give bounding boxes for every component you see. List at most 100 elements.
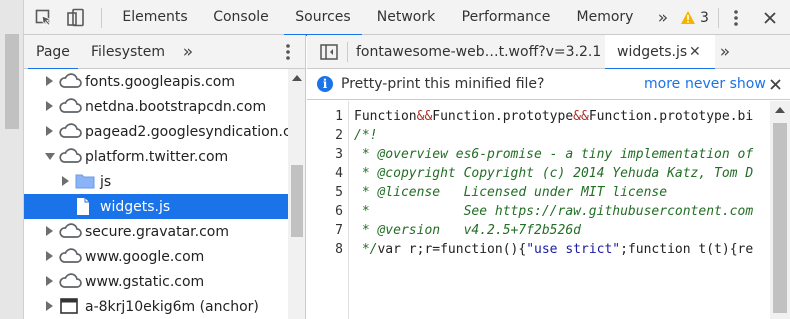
scroll-up-arrow-icon[interactable]: [775, 107, 785, 113]
code-line: * @version v4.2.5+7f2b526d: [354, 223, 581, 238]
scrollbar-thumb[interactable]: [5, 34, 19, 129]
expand-arrow-icon[interactable]: [46, 301, 53, 311]
file-tree-scrollbar[interactable]: [288, 69, 306, 319]
cloud-icon: [58, 72, 82, 90]
code-line: * See https://raw.githubusercontent.com: [354, 204, 754, 219]
device-toolbar-icon[interactable]: [64, 0, 88, 35]
tree-item-www-gstatic[interactable]: www.gstatic.com: [24, 269, 288, 294]
editor-tabbar: fontawesome-web…t.woff?v=3.2.1 widgets.j…: [307, 35, 790, 70]
file-tree: fonts.googleapis.com netdna.bootstrapcdn…: [24, 69, 288, 319]
double-chevron-right-icon[interactable]: »: [176, 35, 200, 69]
expand-arrow-icon[interactable]: [46, 126, 53, 136]
scroll-up-arrow-icon[interactable]: [292, 75, 302, 81]
more-link[interactable]: more: [644, 69, 680, 100]
cloud-icon: [58, 222, 82, 240]
cloud-icon: [58, 247, 82, 265]
code-line: */var r;r=function(){"use strict";functi…: [354, 242, 754, 257]
cloud-icon: [58, 147, 82, 165]
toolbar-divider: [718, 8, 719, 28]
pretty-print-infobar: i Pretty-print this minified file? more …: [307, 69, 790, 100]
tab-elements[interactable]: Elements: [112, 0, 198, 35]
tree-item-www-google[interactable]: www.google.com: [24, 244, 288, 269]
expand-arrow-icon[interactable]: [62, 176, 69, 186]
code-line: * @overview es6-promise - a tiny impleme…: [354, 147, 754, 162]
code-editor-scrollbar[interactable]: [770, 101, 790, 319]
line-number: 6: [335, 204, 343, 219]
tab-filesystem[interactable]: Filesystem: [91, 35, 165, 69]
tree-item-label: a-8krj10ekig6m (anchor): [85, 298, 259, 315]
cloud-icon: [58, 97, 82, 115]
frame-icon: [60, 298, 78, 314]
expand-arrow-icon[interactable]: [46, 76, 53, 86]
tree-item-label: pagead2.googlesyndication.co: [85, 123, 288, 140]
warnings-counter[interactable]: 3: [680, 0, 709, 35]
window-left-scrollbar[interactable]: [0, 0, 24, 319]
code-line: Function&&Function.prototype&&Function.p…: [354, 109, 754, 124]
line-number: 1: [335, 109, 343, 124]
line-number: 3: [335, 147, 343, 162]
line-number: 4: [335, 166, 343, 181]
scrollbar-thumb[interactable]: [773, 123, 787, 313]
close-icon[interactable]: [766, 69, 784, 100]
expand-arrow-icon[interactable]: [46, 251, 53, 261]
cloud-icon: [58, 122, 82, 140]
tree-item-label: secure.gravatar.com: [85, 223, 229, 240]
editor-tab-widgets[interactable]: widgets.js ✕: [605, 35, 715, 70]
tree-item-netdna-bootstrapcdn[interactable]: netdna.bootstrapcdn.com: [24, 94, 288, 119]
warning-triangle-icon: [681, 11, 695, 24]
tree-item-label: netdna.bootstrapcdn.com: [85, 98, 267, 115]
tree-item-widgets-js[interactable]: widgets.js: [24, 194, 288, 219]
scrollbar-thumb[interactable]: [291, 165, 303, 237]
never-show-link[interactable]: never show: [685, 69, 766, 100]
tree-item-label: www.gstatic.com: [85, 273, 205, 290]
warning-count: 3: [700, 9, 709, 26]
tree-item-fonts-googleapis[interactable]: fonts.googleapis.com: [24, 69, 288, 94]
code-line: /*!: [354, 128, 378, 143]
vertical-ellipsis-icon[interactable]: [724, 0, 748, 35]
close-icon[interactable]: ✕: [689, 35, 701, 69]
line-number: 2: [335, 128, 343, 143]
tree-item-label: www.google.com: [85, 248, 205, 265]
tree-item-platform-twitter[interactable]: platform.twitter.com: [24, 144, 288, 169]
tree-item-label: platform.twitter.com: [85, 148, 229, 165]
inspect-element-icon[interactable]: [32, 0, 56, 35]
info-icon: i: [317, 76, 333, 92]
line-number: 7: [335, 223, 343, 238]
close-icon[interactable]: [758, 0, 782, 35]
vertical-ellipsis-icon[interactable]: [278, 35, 298, 69]
line-number: 8: [335, 242, 343, 257]
tree-item-pagead2[interactable]: pagead2.googlesyndication.co: [24, 119, 288, 144]
tab-memory[interactable]: Memory: [566, 0, 644, 35]
collapse-arrow-icon[interactable]: [45, 153, 55, 160]
tab-sources[interactable]: Sources: [284, 0, 362, 36]
file-icon: [75, 197, 91, 216]
editor-tab-label: widgets.js: [617, 44, 688, 60]
expand-arrow-icon[interactable]: [46, 101, 53, 111]
double-chevron-right-icon[interactable]: »: [650, 0, 676, 35]
editor-tab-fontawesome[interactable]: fontawesome-web…t.woff?v=3.2.1: [356, 35, 601, 69]
expand-arrow-icon[interactable]: [46, 226, 53, 236]
cloud-icon: [58, 272, 82, 290]
tree-item-secure-gravatar[interactable]: secure.gravatar.com: [24, 219, 288, 244]
toolbar-divider: [347, 42, 348, 62]
double-chevron-right-icon[interactable]: »: [713, 35, 737, 69]
tree-item-label: js: [100, 173, 112, 190]
tree-item-anchor-frame[interactable]: a-8krj10ekig6m (anchor): [24, 294, 288, 319]
code-line: * @copyright Copyright (c) 2014 Yehuda K…: [354, 166, 754, 181]
tree-item-js-folder[interactable]: js: [24, 169, 288, 194]
infobar-message: Pretty-print this minified file?: [341, 76, 545, 92]
tab-console[interactable]: Console: [202, 0, 280, 35]
tab-network[interactable]: Network: [366, 0, 446, 35]
tab-page[interactable]: Page: [28, 35, 78, 70]
line-number: 5: [335, 185, 343, 200]
expand-arrow-icon[interactable]: [46, 276, 53, 286]
code-editor[interactable]: Function&&Function.prototype&&Function.p…: [350, 101, 770, 319]
navigator-tabbar: Page Filesystem »: [24, 35, 306, 70]
folder-icon: [75, 173, 95, 189]
tree-item-label: fonts.googleapis.com: [85, 73, 236, 90]
tab-performance[interactable]: Performance: [450, 0, 562, 35]
code-line: * @license Licensed under MIT license: [354, 185, 668, 200]
line-number-gutter: 1 2 3 4 5 6 7 8: [307, 101, 349, 319]
toggle-navigator-icon[interactable]: [317, 35, 341, 69]
toolbar-divider: [101, 8, 102, 28]
